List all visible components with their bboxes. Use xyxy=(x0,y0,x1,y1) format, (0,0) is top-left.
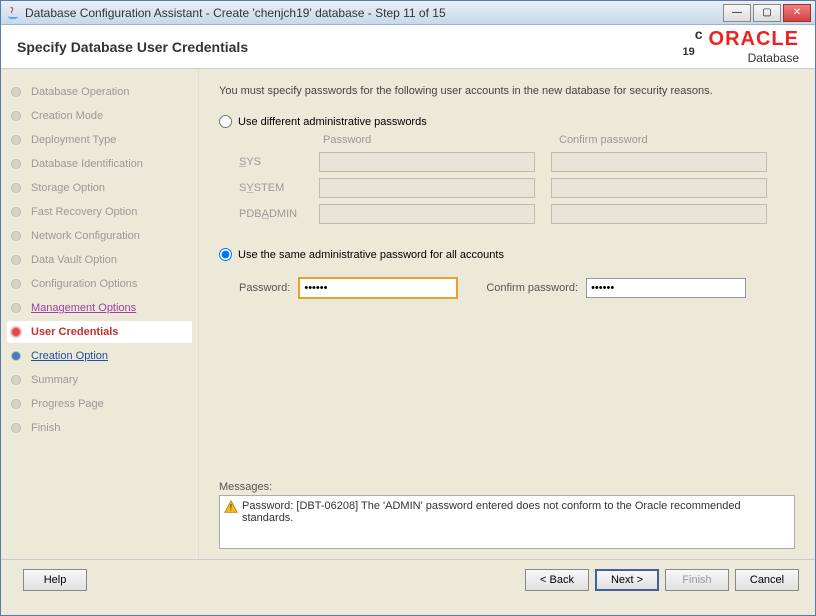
sidebar-item-storage-option: Storage Option xyxy=(7,177,192,199)
message-text: Password: [DBT-06208] The 'ADMIN' passwo… xyxy=(242,500,790,524)
label-password: Password: xyxy=(239,282,290,294)
radio-same-password[interactable]: Use the same administrative password for… xyxy=(219,248,795,261)
page-title: Specify Database User Credentials xyxy=(17,39,248,55)
sidebar-item-progress: Progress Page xyxy=(7,393,192,415)
close-button[interactable]: ✕ xyxy=(783,4,811,22)
minimize-button[interactable]: — xyxy=(723,4,751,22)
java-icon xyxy=(5,5,21,21)
label-sys: SYS xyxy=(239,156,319,168)
sys-password xyxy=(319,152,535,172)
sidebar-item-management-options[interactable]: Management Options xyxy=(7,297,192,319)
label-system: SYSTEM xyxy=(239,182,319,194)
sidebar-item-finish: Finish xyxy=(7,417,192,439)
finish-button: Finish xyxy=(665,569,729,591)
label-confirm: Confirm password: xyxy=(486,282,578,294)
maximize-button[interactable]: ▢ xyxy=(753,4,781,22)
help-button[interactable]: Help xyxy=(23,569,87,591)
sidebar-item-database-identification: Database Identification xyxy=(7,153,192,175)
sidebar-item-creation-option[interactable]: Creation Option xyxy=(7,345,192,367)
sidebar-item-config-options: Configuration Options xyxy=(7,273,192,295)
pdbadmin-confirm xyxy=(551,204,767,224)
window-title: Database Configuration Assistant - Creat… xyxy=(25,6,723,20)
sidebar-item-database-operation: Database Operation xyxy=(7,81,192,103)
column-confirm: Confirm password xyxy=(543,134,767,146)
sidebar-item-user-credentials: User Credentials xyxy=(7,321,192,343)
oracle-brand: 19c ORACLE Database xyxy=(683,28,800,65)
cancel-button[interactable]: Cancel xyxy=(735,569,799,591)
sys-confirm xyxy=(551,152,767,172)
sidebar-item-creation-mode: Creation Mode xyxy=(7,105,192,127)
instruction-text: You must specify passwords for the follo… xyxy=(219,85,795,97)
pdbadmin-password xyxy=(319,204,535,224)
svg-text:!: ! xyxy=(230,503,233,514)
messages-label: Messages: xyxy=(219,481,795,493)
same-password-input[interactable] xyxy=(298,277,458,299)
sidebar-item-summary: Summary xyxy=(7,369,192,391)
system-password xyxy=(319,178,535,198)
sidebar-item-fast-recovery: Fast Recovery Option xyxy=(7,201,192,223)
warning-icon: ! xyxy=(224,500,238,514)
system-confirm xyxy=(551,178,767,198)
messages-box: ! Password: [DBT-06208] The 'ADMIN' pass… xyxy=(219,495,795,549)
label-pdbadmin: PDBADMIN xyxy=(239,208,319,220)
radio-different-passwords[interactable]: Use different administrative passwords xyxy=(219,115,795,128)
sidebar-item-data-vault: Data Vault Option xyxy=(7,249,192,271)
next-button[interactable]: Next > xyxy=(595,569,659,591)
sidebar-item-deployment-type: Deployment Type xyxy=(7,129,192,151)
same-confirm-input[interactable] xyxy=(586,278,746,298)
sidebar-item-network-config: Network Configuration xyxy=(7,225,192,247)
column-password: Password xyxy=(319,134,543,146)
wizard-sidebar: Database Operation Creation Mode Deploym… xyxy=(1,69,199,559)
back-button[interactable]: < Back xyxy=(525,569,589,591)
